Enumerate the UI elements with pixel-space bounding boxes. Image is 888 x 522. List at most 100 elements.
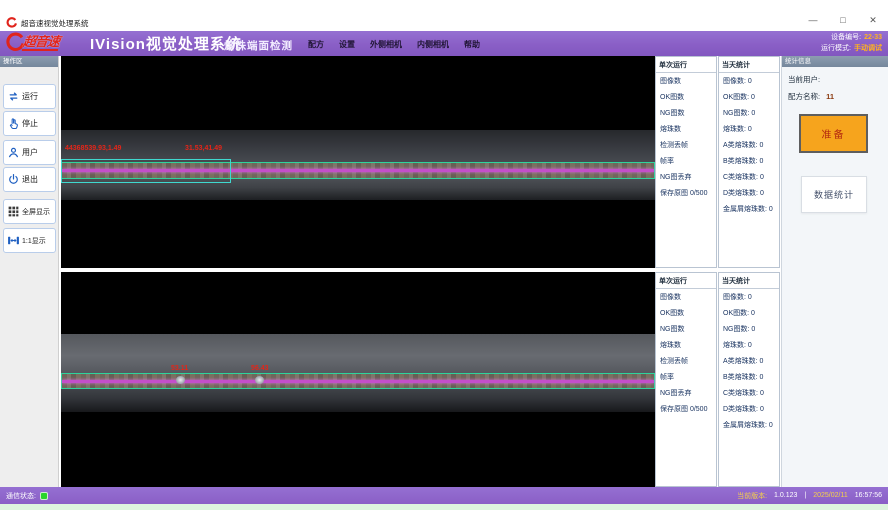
menu-item-recipe[interactable]: 配方 [308,39,324,50]
run-button[interactable]: 运行 [3,84,56,109]
one-to-one-icon [7,234,20,247]
minimize-button[interactable]: — [806,15,820,26]
exit-button-label: 退出 [22,174,38,185]
stat-row: 图像数: 0 [719,73,779,89]
user-icon [7,146,20,159]
info-panel: 统计信息 当前用户: 配方名称: 11 准备 数据统计 [781,56,888,487]
device-number-value: 22-33 [864,34,882,41]
stats-group-top: 单次运行 图像数 OK图数 NG图数 熔珠数 检测丢帧 帧率 NG图丢弃 保存原… [655,56,781,268]
user-button[interactable]: 用户 [3,140,56,165]
stat-row: C类熔珠数: 0 [719,385,779,401]
app-subtitle: 熔珠端面检测 [224,38,293,53]
close-button[interactable]: ✕ [866,15,880,26]
stats-group-bottom: 单次运行 图像数 OK图数 NG图数 熔珠数 检测丢帧 帧率 NG图丢弃 保存原… [655,272,781,487]
run-mode-value: 手动调试 [854,45,882,52]
camera1-measurement-1: 44368539.93,1.49 [65,145,121,152]
stat-row: D类熔珠数: 0 [719,401,779,417]
brand-logo: 超音速 [5,32,59,52]
stat-row: B类熔珠数: 0 [719,369,779,385]
camera-viewport-bottom[interactable]: 53.11 56.43 [61,272,655,487]
stat-row: NG图数 [656,105,716,121]
menu-item-help[interactable]: 帮助 [464,39,480,50]
today-stats-panel-top: 当天统计 图像数: 0 OK图数: 0 NG图数: 0 熔珠数: 0 A类熔珠数… [718,56,780,268]
stat-row: NG图数: 0 [719,321,779,337]
status-date: 2025/02/11 [813,492,848,499]
camera1-measurement-2: 31.53,41.49 [185,145,222,152]
today-stats-title: 当天统计 [719,57,779,73]
stat-row: C类熔珠数: 0 [719,169,779,185]
menu-bar: 配方 设置 外侧相机 内侧相机 帮助 [308,39,480,50]
menu-item-inner-camera[interactable]: 内侧相机 [417,39,449,50]
stat-row: NG图丢弃 [656,169,716,185]
camera2-measurement-1: 53.11 [171,365,188,372]
recipe-name-label: 配方名称: [788,92,820,101]
info-panel-title: 统计信息 [782,56,888,67]
stat-row: 熔珠数: 0 [719,337,779,353]
stat-row: 图像数: 0 [719,289,779,305]
stat-row: 金属屑熔珠数: 0 [719,201,779,217]
version-label: 当前版本: [737,491,767,501]
run-cycle-icon [7,90,20,103]
fullscreen-grid-icon [7,205,20,218]
stat-row: 金属屑熔珠数: 0 [719,417,779,433]
stat-row: NG图数: 0 [719,105,779,121]
stat-row: A类熔珠数: 0 [719,353,779,369]
brand-text: 超音速 [22,34,60,51]
one-to-one-button-label: 1:1显示 [22,236,46,246]
app-header: 超音速 IVision视觉处理系统 熔珠端面检测 配方 设置 外侧相机 内侧相机… [0,31,888,56]
device-info: 设备编号:22-33 运行模式:手动调试 [821,33,882,54]
stat-row: B类熔珠数: 0 [719,153,779,169]
menu-item-outer-camera[interactable]: 外侧相机 [370,39,402,50]
stat-row: NG图数 [656,321,716,337]
menu-item-settings[interactable]: 设置 [339,39,355,50]
stat-row: OK图数 [656,89,716,105]
maximize-button[interactable]: □ [836,15,850,26]
stat-row: OK图数: 0 [719,305,779,321]
app-logo-icon [6,17,17,28]
stat-row: 检测丢帧 [656,353,716,369]
stat-row: 保存原图 0/500 [656,401,716,417]
stop-button-label: 停止 [22,118,38,129]
stat-row: 熔珠数 [656,337,716,353]
single-run-title: 单次运行 [656,273,716,289]
stat-row: 熔珠数 [656,121,716,137]
one-to-one-button[interactable]: 1:1显示 [3,228,56,253]
camera1-roi-box [61,159,231,183]
today-stats-title: 当天统计 [719,273,779,289]
camera2-bead-strip [61,373,655,389]
run-mode-label: 运行模式: [821,45,851,52]
operation-sidebar: 操作区 运行 停止 用户 [0,56,59,487]
camera2-defect-spot-2 [255,376,264,384]
comm-status-indicator [40,492,48,500]
single-run-panel-top: 单次运行 图像数 OK图数 NG图数 熔珠数 检测丢帧 帧率 NG图丢弃 保存原… [655,56,717,268]
app-window: 超音速视觉处理系统 — □ ✕ 超音速 IVision视觉处理系统 熔珠端面检测… [0,14,888,510]
exit-button[interactable]: 退出 [3,167,56,192]
camera2-defect-spot-1 [176,376,185,384]
title-bar: 超音速视觉处理系统 — □ ✕ [0,14,888,31]
hand-stop-icon [7,117,20,130]
main-area: 操作区 运行 停止 用户 [0,56,888,487]
comm-status-label: 通信状态: [6,491,36,501]
stat-row: OK图数: 0 [719,89,779,105]
stat-row: 检测丢帧 [656,137,716,153]
recipe-name-value: 11 [826,92,834,101]
fullscreen-button[interactable]: 全屏显示 [3,199,56,224]
user-button-label: 用户 [22,147,38,158]
stop-button[interactable]: 停止 [3,111,56,136]
window-title: 超音速视觉处理系统 [21,18,89,29]
camera-viewport-top[interactable]: 44368539.93,1.49 31.53,41.49 [61,56,655,268]
device-number-label: 设备编号: [831,34,861,41]
current-user-label: 当前用户: [788,75,820,84]
stat-row: 保存原图 0/500 [656,185,716,201]
status-time: 16:57:56 [855,492,882,499]
stat-row: 图像数 [656,73,716,89]
camera2-measurement-2: 56.43 [251,365,269,372]
data-statistics-button[interactable]: 数据统计 [801,176,867,213]
fullscreen-button-label: 全屏显示 [22,207,50,217]
stat-row: D类熔珠数: 0 [719,185,779,201]
stat-row: NG图丢弃 [656,385,716,401]
stat-row: 帧率 [656,369,716,385]
stat-row: 帧率 [656,153,716,169]
status-bar: 通信状态: 当前版本: 1.0.123 | 2025/02/11 16:57:5… [0,487,888,504]
ready-button[interactable]: 准备 [799,114,868,153]
